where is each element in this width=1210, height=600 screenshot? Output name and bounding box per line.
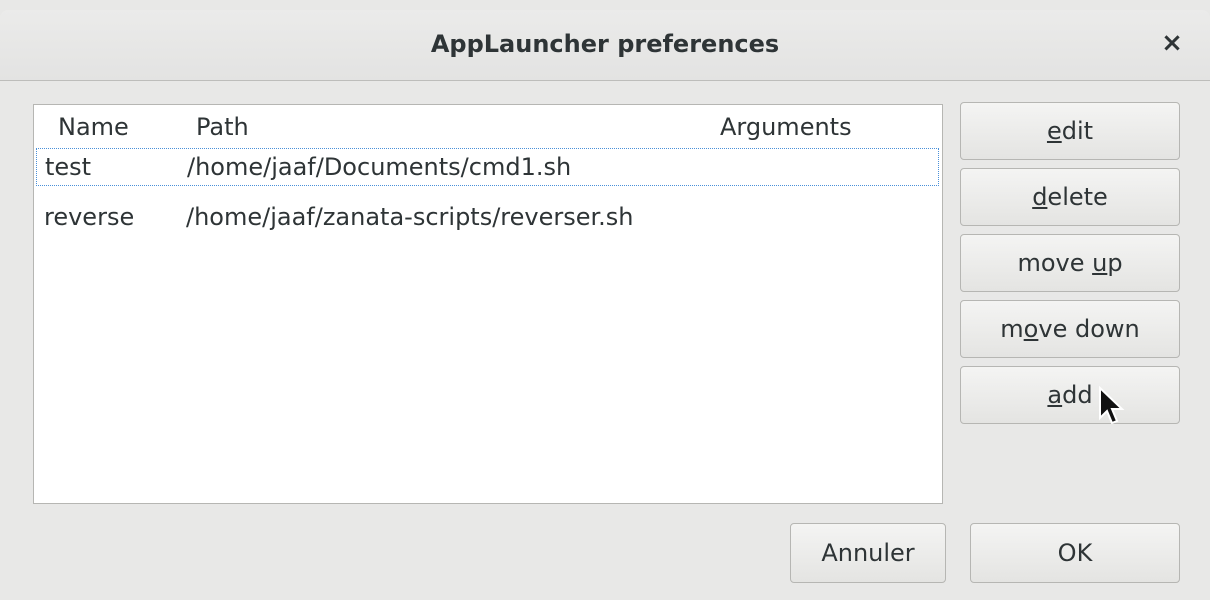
row-path-cell: /home/jaaf/Documents/cmd1.sh [187, 153, 572, 181]
add-label-post: dd [1062, 381, 1093, 409]
delete-button[interactable]: delete [960, 168, 1180, 226]
column-header-name[interactable]: Name [58, 113, 129, 141]
ok-button[interactable]: OK [970, 523, 1180, 583]
launcher-list[interactable]: Name Path Arguments test /home/jaaf/Docu… [33, 104, 943, 504]
move-down-label-post: ve down [1038, 315, 1140, 343]
row-path-cell: /home/jaaf/zanata-scripts/reverser.sh [186, 203, 634, 231]
preferences-dialog: AppLauncher preferences × Name Path Argu… [0, 0, 1210, 600]
edit-mnemonic: e [1046, 117, 1062, 145]
title-bar: AppLauncher preferences × [0, 10, 1210, 81]
edit-label-post: dit [1061, 117, 1094, 145]
move-up-label-pre: move [1017, 249, 1093, 277]
dialog-title: AppLauncher preferences [430, 30, 780, 58]
list-header: Name Path Arguments [34, 105, 942, 147]
row-name-cell: test [45, 153, 92, 181]
close-icon[interactable]: × [1158, 29, 1186, 57]
move-down-button[interactable]: move down [960, 300, 1180, 358]
add-button[interactable]: add [960, 366, 1180, 424]
move-up-label-post: p [1107, 249, 1123, 277]
add-mnemonic: a [1047, 381, 1063, 409]
move-down-mnemonic: o [1023, 315, 1039, 343]
table-row[interactable]: test /home/jaaf/Documents/cmd1.sh [36, 148, 939, 186]
column-header-arguments[interactable]: Arguments [720, 113, 852, 141]
move-up-button[interactable]: move up [960, 234, 1180, 292]
edit-button[interactable]: edit [960, 102, 1180, 160]
move-down-label-pre: m [1000, 315, 1024, 343]
mouse-pointer-icon [1099, 386, 1125, 425]
table-row[interactable]: reverse /home/jaaf/zanata-scripts/revers… [36, 199, 939, 237]
delete-label-post: elete [1047, 183, 1108, 211]
cancel-button[interactable]: Annuler [790, 523, 946, 583]
delete-mnemonic: d [1032, 183, 1048, 211]
move-up-mnemonic: u [1092, 249, 1108, 277]
row-name-cell: reverse [44, 203, 135, 231]
column-header-path[interactable]: Path [196, 113, 249, 141]
